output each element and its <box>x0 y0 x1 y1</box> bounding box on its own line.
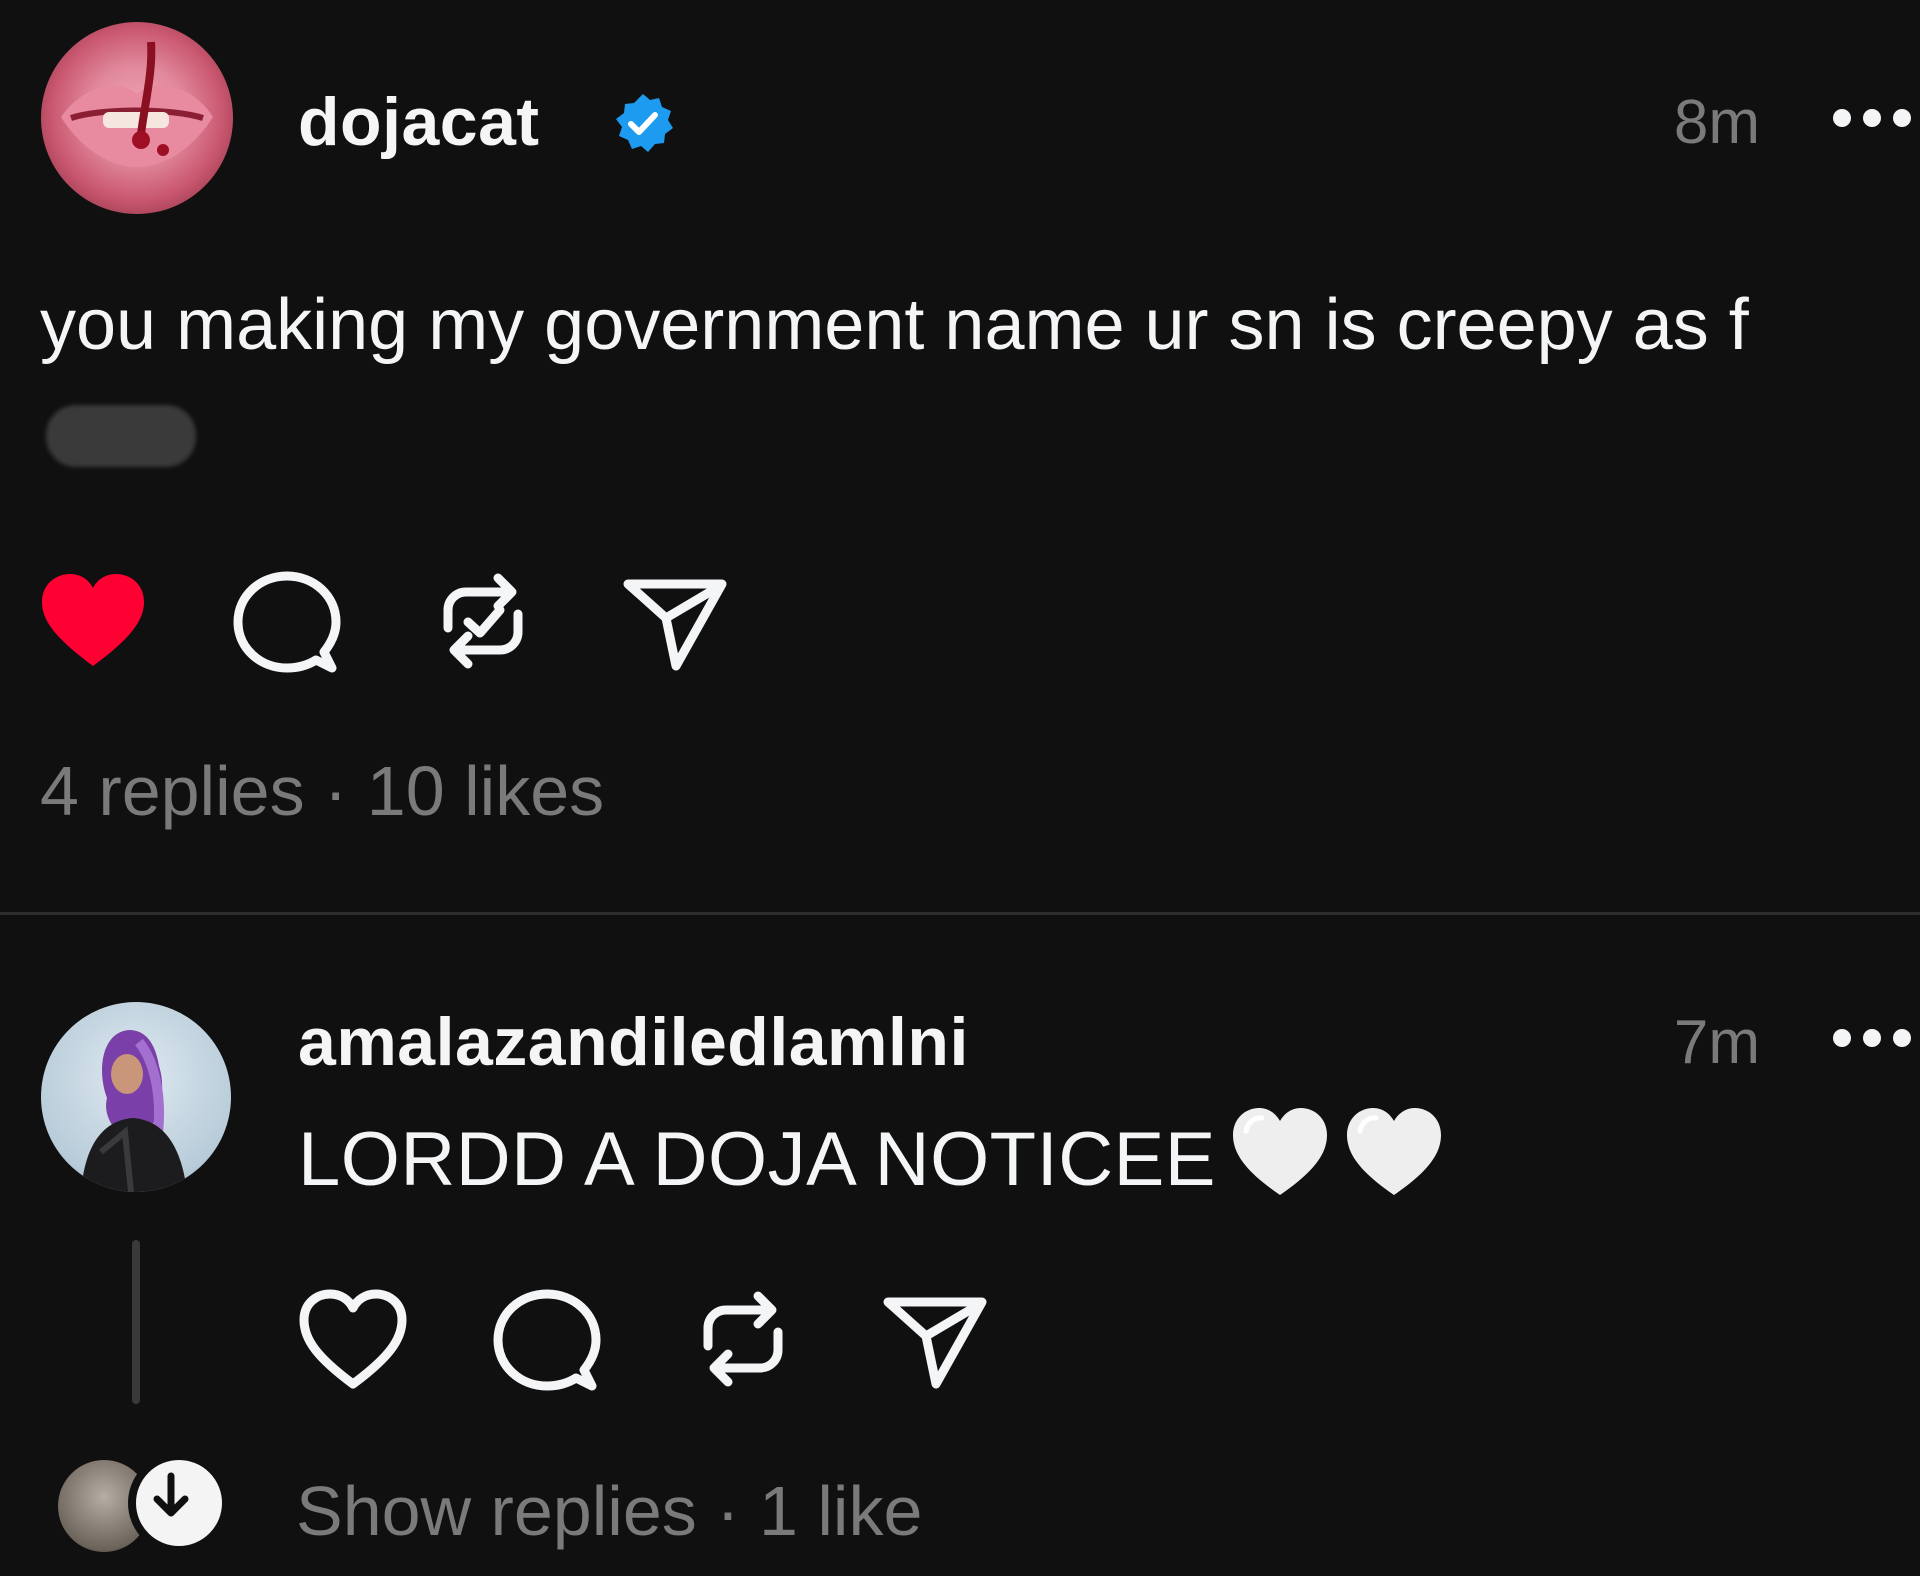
engagement-counts[interactable]: 4 replies · 10 likes <box>40 756 604 826</box>
more-icon[interactable] <box>1830 106 1914 130</box>
share-button[interactable] <box>880 1288 990 1398</box>
arrow-down-icon[interactable] <box>128 1452 230 1554</box>
like-button[interactable] <box>38 568 148 678</box>
share-icon <box>623 579 727 671</box>
repost-button[interactable] <box>428 566 538 676</box>
like-button[interactable] <box>298 1286 408 1396</box>
avatar[interactable] <box>41 1002 231 1192</box>
comment-icon <box>233 571 341 673</box>
comment-button[interactable] <box>232 568 342 678</box>
username[interactable]: dojacat <box>298 88 540 156</box>
share-button[interactable] <box>620 570 730 680</box>
post-text-content: LORDD A DOJA NOTICEE <box>298 1117 1216 1202</box>
post-text: you making my government name ur sn is c… <box>40 270 1860 490</box>
comment-icon <box>493 1289 601 1391</box>
verified-icon <box>612 92 674 154</box>
thread-line <box>132 1240 140 1404</box>
heart-icon <box>42 574 144 666</box>
share-icon <box>883 1297 987 1389</box>
white-heart-emoji <box>1344 1105 1444 1201</box>
username[interactable]: amalazandiledlamlni <box>298 1008 969 1076</box>
lips-avatar-image <box>61 41 213 167</box>
timestamp: 8m <box>1673 88 1760 157</box>
repost-icon <box>703 1291 783 1387</box>
heart-icon <box>299 1289 407 1389</box>
comment-button[interactable] <box>492 1286 602 1396</box>
repost-icon <box>443 573 523 669</box>
show-replies-link[interactable]: Show replies · 1 like <box>296 1476 922 1546</box>
repost-button[interactable] <box>688 1284 798 1394</box>
censor-blur <box>46 405 196 467</box>
timestamp: 7m <box>1673 1008 1760 1077</box>
avatar-image <box>81 1030 187 1192</box>
white-heart-emoji <box>1230 1105 1330 1201</box>
more-icon[interactable] <box>1830 1026 1914 1050</box>
divider <box>0 912 1920 915</box>
avatar[interactable] <box>41 22 233 214</box>
post-text-content: you making my government name ur sn is c… <box>40 285 1749 365</box>
post-text: LORDD A DOJA NOTICEE <box>298 1100 1444 1220</box>
